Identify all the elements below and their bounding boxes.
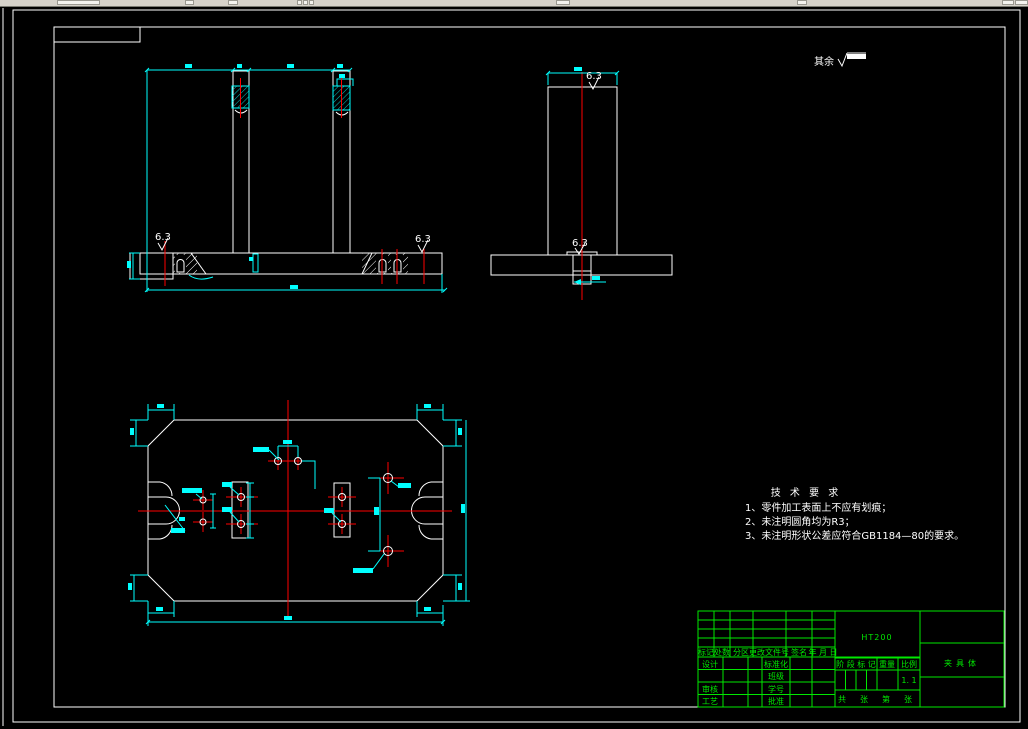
surface-note: 其余: [814, 52, 866, 68]
header-cell: 分区: [733, 648, 749, 657]
material: HT200: [861, 633, 892, 642]
tech-req-item: 1、零件加工表面上不应有划痕；: [745, 501, 891, 514]
rest-label: 其余: [814, 55, 834, 68]
tech-requirements: 技 术 要 求 1、零件加工表面上不应有划痕； 2、未注明圆角均为R3； 3、未…: [745, 486, 964, 542]
inner-border: [53, 26, 1006, 708]
check-label: 审核: [702, 684, 718, 694]
drawing-canvas[interactable]: 其余 6.3 6.3 6.3 6.3 技 术 要 求 1、零件加工表面上不应有划…: [0, 0, 1028, 729]
roughness-check-icon: [837, 52, 848, 68]
base-right-counterbore: [361, 252, 408, 275]
standard-label: 标准化: [764, 659, 788, 669]
weight-label: 重量: [879, 659, 895, 669]
scale-value: 1. 1: [901, 676, 916, 685]
drawing-frame: [2, 8, 1021, 726]
roughness-right: 6.3: [415, 234, 431, 254]
sheet-index-label: 第: [882, 694, 890, 704]
front-view: 6.3 6.3: [127, 64, 448, 293]
roughness-top: 6.3: [586, 71, 602, 91]
tech-req-title: 技 术 要 求: [771, 486, 842, 499]
header-cell: 标记: [698, 647, 714, 657]
sheet-unit: 张: [904, 695, 912, 704]
sheet-total-label: 共: [838, 695, 846, 704]
class-label: 班级: [768, 671, 784, 681]
scale-label: 比例: [901, 659, 917, 669]
header-cell: 年 月 日: [808, 647, 837, 657]
part-name: 夹具体: [944, 658, 980, 668]
side-view: 6.3 6.3: [490, 67, 673, 300]
base-left-counterbore: [173, 252, 214, 280]
studentno-label: 学号: [768, 684, 784, 694]
process-label: 工艺: [702, 697, 718, 706]
frame-label-box: [53, 26, 141, 43]
roughness-value: 6.3: [586, 71, 602, 82]
header-cell: 签名: [791, 647, 807, 657]
roughness-value-blob: [847, 54, 866, 59]
stage-label: 阶 段 标 记: [836, 659, 876, 669]
design-label: 设计: [702, 659, 718, 669]
title-block: 标记 处数 分区 更改文件号 签名 年 月 日 设计 标准化 班级 审核 学号 …: [697, 610, 1005, 708]
base-left-step: [129, 252, 174, 280]
approve-label: 批准: [768, 696, 784, 706]
sheet-unit: 张: [860, 695, 868, 704]
header-cell: 处数: [714, 647, 730, 657]
cad-window: 其余 6.3 6.3 6.3 6.3 技 术 要 求 1、零件加工表面上不应有划…: [0, 0, 1028, 729]
outer-border: [12, 9, 1021, 723]
roughness-left: 6.3: [155, 232, 171, 252]
roughness-value: 6.3: [572, 238, 588, 249]
plan-view: [128, 400, 470, 626]
header-cell: 更改文件号: [749, 647, 789, 657]
roughness-value: 6.3: [415, 234, 431, 245]
roughness-value: 6.3: [155, 232, 171, 243]
tech-req-item: 2、未注明圆角均为R3；: [745, 515, 855, 528]
tech-req-item: 3、未注明形状公差应符合GB1184—80的要求。: [745, 529, 964, 542]
